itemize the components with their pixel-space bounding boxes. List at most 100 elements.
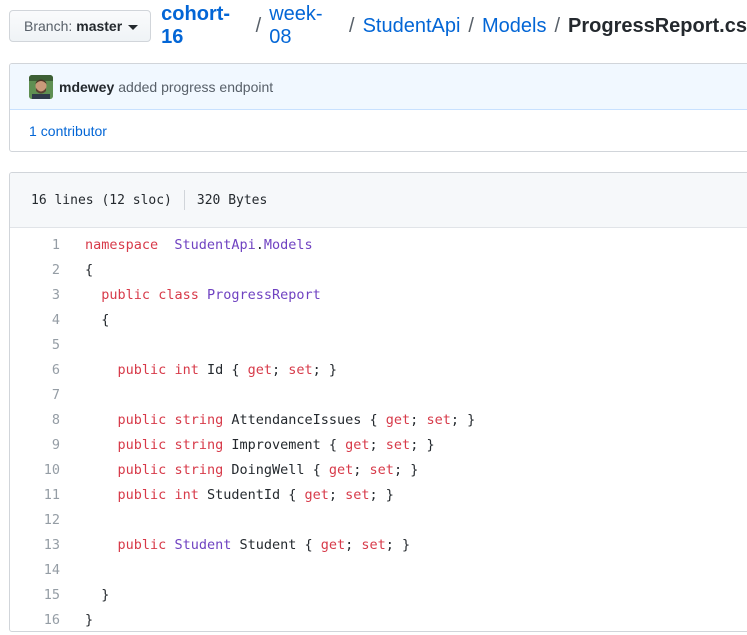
line-number[interactable]: 4 bbox=[10, 312, 60, 328]
code-keyword: string bbox=[174, 436, 224, 453]
code-line: 4 { bbox=[10, 307, 747, 332]
file-viewer: 16 lines (12 sloc) 320 Bytes 1 namespace … bbox=[9, 172, 747, 632]
code-line: 10 public string DoingWell { get; set; } bbox=[10, 457, 747, 482]
code-keyword: set bbox=[345, 486, 370, 503]
code-keyword: set bbox=[288, 361, 313, 378]
breadcrumb-link-folder[interactable]: Models bbox=[482, 15, 546, 38]
code-line: 5 bbox=[10, 332, 747, 357]
line-number[interactable]: 3 bbox=[10, 287, 60, 303]
code-text: } bbox=[101, 586, 110, 603]
line-number[interactable]: 2 bbox=[10, 262, 60, 278]
breadcrumb-link-project[interactable]: StudentApi bbox=[363, 15, 461, 38]
code-line: 8 public string AttendanceIssues { get; … bbox=[10, 407, 747, 432]
code-text: ; } bbox=[369, 486, 394, 503]
code-view: 1 namespace StudentApi.Models 2{3 public c… bbox=[10, 228, 747, 631]
code-content: public Student Student { get; set; } bbox=[60, 536, 411, 553]
commit-author-link[interactable]: mdewey bbox=[59, 79, 114, 95]
code-line: 16} bbox=[10, 607, 747, 631]
code-content: namespace StudentApi.Models bbox=[60, 237, 313, 253]
code-keyword: public bbox=[117, 461, 167, 478]
line-number[interactable]: 1 bbox=[10, 237, 60, 253]
code-text: ; bbox=[369, 436, 386, 453]
code-content: public string AttendanceIssues { get; se… bbox=[60, 411, 476, 428]
code-keyword: public bbox=[117, 436, 167, 453]
code-line: 13 public Student Student { get; set; } bbox=[10, 532, 747, 557]
contributor-count[interactable]: 1 bbox=[29, 123, 37, 139]
code-content: public class ProgressReport bbox=[60, 287, 321, 303]
code-keyword: string bbox=[174, 461, 224, 478]
code-text: ; bbox=[353, 461, 370, 478]
code-line: 3 public class ProgressReport bbox=[10, 282, 747, 307]
line-number[interactable]: 9 bbox=[10, 437, 60, 453]
code-text: StudentId { bbox=[198, 486, 305, 503]
latest-commit-box: mdewey added progress endpoint 1 contrib… bbox=[9, 63, 747, 152]
code-content: public string DoingWell { get; set; } bbox=[60, 461, 419, 478]
code-type: StudentApi bbox=[174, 236, 256, 253]
code-content: { bbox=[60, 312, 109, 328]
code-line: 6 public int Id { get; set; } bbox=[10, 357, 747, 382]
line-number[interactable]: 6 bbox=[10, 362, 60, 378]
code-keyword: namespace bbox=[85, 236, 159, 253]
code-keyword: get bbox=[345, 436, 370, 453]
code-line: 12 bbox=[10, 507, 747, 532]
code-text: Student { bbox=[231, 536, 321, 553]
line-number[interactable]: 5 bbox=[10, 337, 60, 353]
code-text: DoingWell { bbox=[223, 461, 329, 478]
code-keyword: set bbox=[369, 461, 394, 478]
line-number[interactable]: 11 bbox=[10, 487, 60, 503]
code-text: ; bbox=[328, 486, 346, 503]
line-number[interactable]: 13 bbox=[10, 537, 60, 553]
code-content: public int Id { get; set; } bbox=[60, 361, 338, 378]
code-line: 14 bbox=[10, 557, 747, 582]
breadcrumb-link-week[interactable]: week-08 bbox=[269, 3, 341, 49]
code-text: ; bbox=[345, 536, 362, 553]
line-number[interactable]: 16 bbox=[10, 612, 60, 628]
code-text: ; } bbox=[385, 536, 411, 553]
code-keyword: set bbox=[385, 436, 411, 453]
contributors-row[interactable]: 1 contributor bbox=[10, 110, 747, 151]
code-keyword: string bbox=[174, 411, 224, 428]
code-type: ProgressReport bbox=[206, 286, 321, 303]
code-keyword: public bbox=[117, 411, 167, 428]
line-number[interactable]: 10 bbox=[10, 462, 60, 478]
line-number[interactable]: 15 bbox=[10, 587, 60, 603]
code-keyword: int bbox=[174, 486, 199, 503]
line-number[interactable]: 8 bbox=[10, 412, 60, 428]
code-keyword: public bbox=[117, 536, 167, 553]
breadcrumb-separator: / bbox=[554, 14, 561, 37]
code-line: 11 public int StudentId { get; set; } bbox=[10, 482, 747, 507]
code-text: AttendanceIssues { bbox=[223, 411, 386, 428]
code-line: 15 } bbox=[10, 582, 747, 607]
caret-down-icon bbox=[128, 24, 139, 30]
line-number[interactable]: 14 bbox=[10, 562, 60, 578]
code-keyword: set bbox=[361, 536, 386, 553]
code-keyword: get bbox=[247, 361, 272, 378]
breadcrumb-current-file: ProgressReport.cs bbox=[568, 14, 747, 37]
breadcrumb-separator: / bbox=[468, 14, 474, 37]
code-line: 7 bbox=[10, 382, 747, 407]
code-content: public string Improvement { get; set; } bbox=[60, 437, 435, 453]
file-header: 16 lines (12 sloc) 320 Bytes bbox=[10, 173, 747, 228]
line-number[interactable]: 12 bbox=[10, 512, 60, 528]
code-text: { bbox=[85, 261, 94, 278]
code-text: } bbox=[85, 611, 94, 628]
code-line: 2{ bbox=[10, 257, 747, 282]
branch-select-button[interactable]: Branch: master bbox=[9, 10, 152, 42]
code-type: Models bbox=[263, 236, 313, 253]
code-keyword: public bbox=[117, 486, 167, 503]
code-text: ; } bbox=[312, 361, 338, 378]
code-text: ; } bbox=[410, 436, 435, 453]
code-keyword: public bbox=[117, 361, 167, 378]
line-number[interactable]: 7 bbox=[10, 387, 60, 403]
breadcrumb-repo-link[interactable]: cohort-16 bbox=[161, 3, 248, 49]
avatar[interactable] bbox=[29, 74, 53, 99]
branch-label: Branch: bbox=[24, 18, 73, 34]
branch-name: master bbox=[76, 18, 123, 34]
contributor-label[interactable]: contributor bbox=[41, 123, 107, 139]
code-text: ; bbox=[272, 361, 289, 378]
breadcrumb: cohort-16 / week-08 / StudentApi / Model… bbox=[161, 3, 747, 49]
file-line-count: 16 lines (12 sloc) bbox=[31, 192, 172, 208]
commit-message-link[interactable]: added progress endpoint bbox=[118, 79, 273, 95]
